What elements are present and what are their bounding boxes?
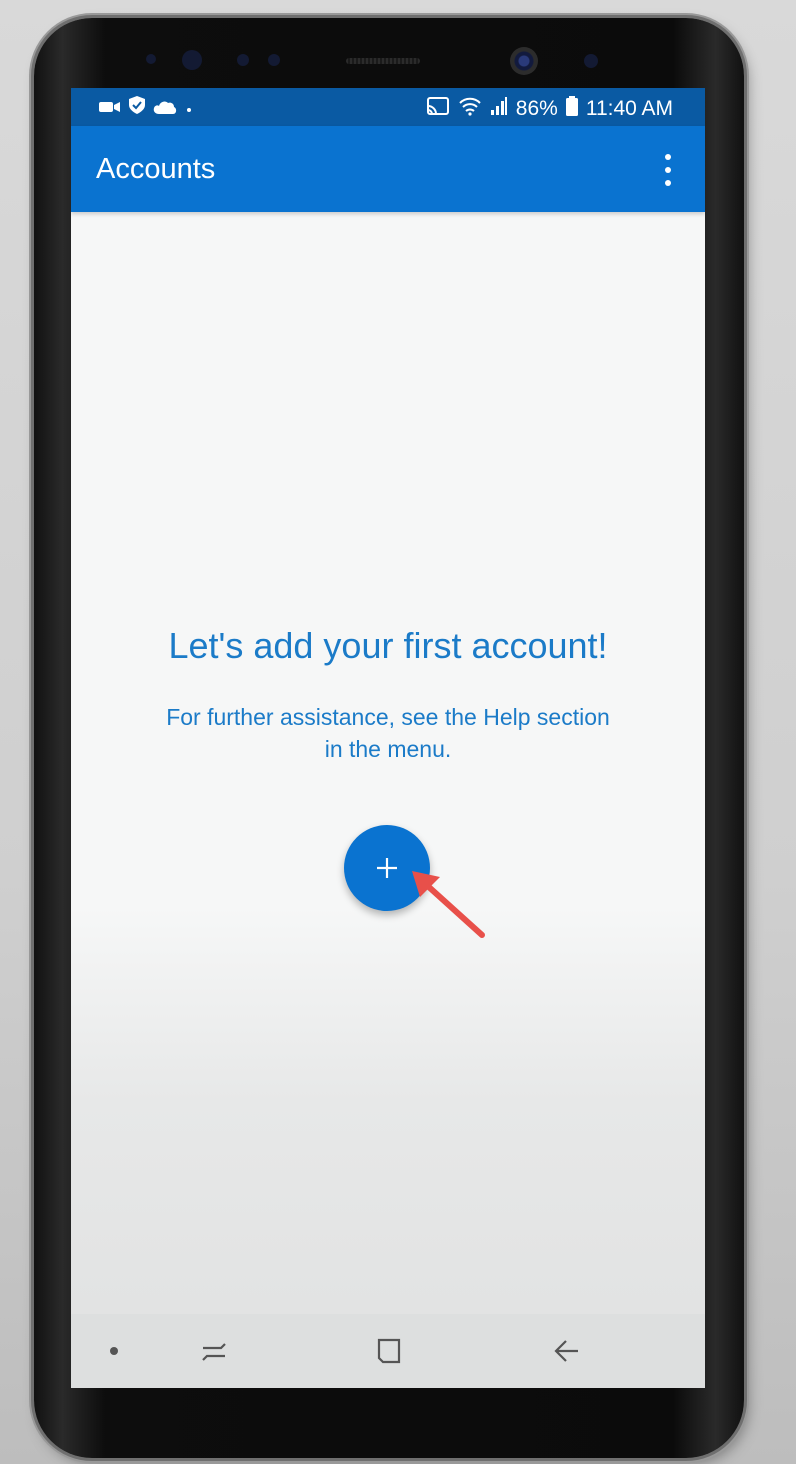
proximity-sensor bbox=[146, 54, 156, 64]
status-left-icons bbox=[99, 96, 193, 120]
dot-icon bbox=[185, 97, 193, 120]
cloud-icon bbox=[153, 97, 177, 120]
sensor-dot bbox=[268, 54, 280, 66]
sensor-dot bbox=[237, 54, 249, 66]
battery-icon bbox=[565, 96, 578, 122]
dot-icon bbox=[110, 1347, 118, 1355]
home-icon[interactable] bbox=[374, 1336, 404, 1366]
plus-icon bbox=[377, 858, 397, 878]
empty-state-help: For further assistance, see the Help sec… bbox=[121, 701, 655, 765]
more-vertical-icon bbox=[665, 154, 671, 160]
back-icon[interactable] bbox=[552, 1336, 582, 1366]
battery-percent: 86% bbox=[515, 97, 558, 120]
recent-apps-icon[interactable] bbox=[199, 1336, 229, 1366]
app-bar: Accounts bbox=[71, 126, 705, 212]
more-options-button[interactable] bbox=[659, 154, 677, 186]
empty-state-help-line1: For further assistance, see the Help sec… bbox=[166, 704, 610, 730]
status-time: 11:40 AM bbox=[585, 97, 673, 120]
more-vertical-icon bbox=[665, 180, 671, 186]
cast-icon bbox=[426, 96, 450, 122]
wifi-icon bbox=[458, 96, 482, 122]
front-camera bbox=[510, 47, 538, 75]
red-arrow-icon bbox=[412, 871, 485, 938]
iris-sensor bbox=[182, 50, 202, 70]
video-camera-icon bbox=[99, 97, 121, 120]
more-vertical-icon bbox=[665, 167, 671, 173]
empty-state-title: Let's add your first account! bbox=[168, 625, 608, 666]
earpiece-speaker bbox=[346, 58, 420, 64]
page-title: Accounts bbox=[96, 153, 216, 185]
signal-icon bbox=[490, 96, 508, 122]
phone-screen: 86% 11:40 AM Accounts Let's add your fir… bbox=[71, 88, 705, 1388]
navigation-bar bbox=[71, 1314, 705, 1388]
empty-state-help-line2: in the menu. bbox=[324, 736, 452, 762]
sensor-dot bbox=[584, 54, 598, 68]
status-bar: 86% 11:40 AM bbox=[71, 88, 705, 126]
status-right-icons: 86% 11:40 AM bbox=[426, 96, 673, 122]
shield-icon bbox=[129, 96, 145, 120]
